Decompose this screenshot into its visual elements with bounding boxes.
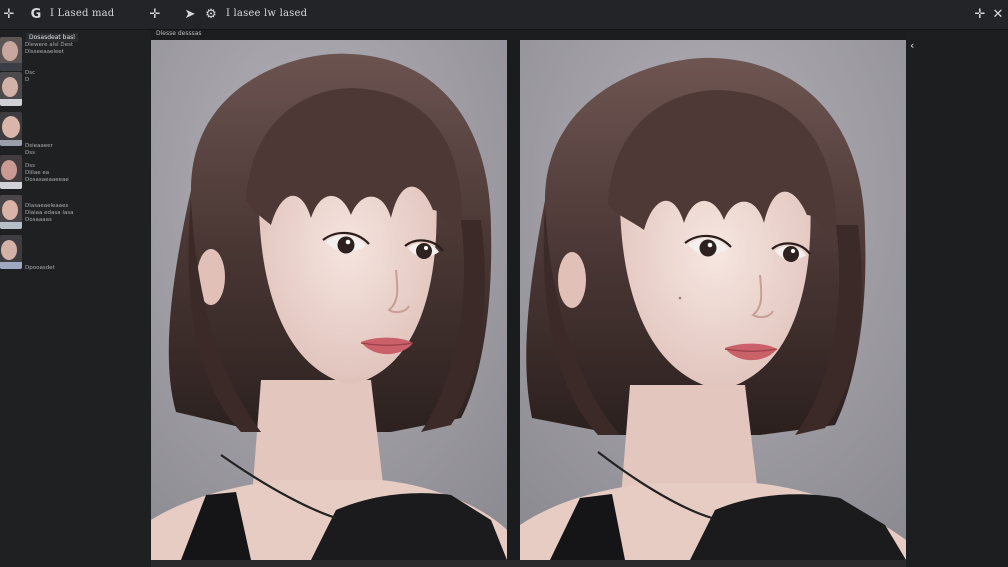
move-icon[interactable]: ✛ [1,7,17,23]
history-item-text: Dpooasdet [25,265,55,271]
portrait-thumb-icon [0,112,22,146]
result-image-panel[interactable] [520,40,906,560]
portrait-image [520,40,906,560]
portrait-image [151,40,507,560]
portrait-thumb-icon [0,37,22,71]
add-icon[interactable]: ✛ [147,7,163,23]
portrait-thumb-icon [0,235,22,269]
portrait-thumb-icon [0,155,22,189]
properties-rail [906,30,1008,567]
history-thumbnail[interactable] [0,37,22,71]
history-thumbnail[interactable] [0,155,22,189]
history-item-text: Dlasaeaeleaaes Dlaiaa edasa lasa Dosaaaas [25,203,74,223]
app-title: I Lased mad [50,8,115,19]
history-sidebar: Dosasdeat basl Dlewere alsl Dest Dlsseeaa… [0,30,150,567]
portrait-thumb-icon [0,72,22,106]
collapse-icon[interactable]: ‹ [910,40,922,52]
arrow-back-icon[interactable]: ➤ [182,7,198,23]
panel-divider[interactable] [507,40,520,567]
history-thumbnail[interactable] [0,195,22,229]
history-item-text: Dsieaaeer Dss [25,143,53,156]
history-thumbnail[interactable] [0,235,22,269]
sidebar-header: Dosasdeat basl [26,33,78,42]
history-thumbnail[interactable] [0,72,22,106]
history-thumbnail[interactable] [0,112,22,146]
app-logo-icon: G [30,7,42,22]
history-item-text: Dsc D [25,70,36,83]
document-title: I lasee lw lased [226,8,308,19]
portrait-thumb-icon [0,195,22,229]
pin-icon[interactable]: ✛ [972,7,988,23]
close-icon[interactable]: ✕ [990,7,1006,23]
top-toolbar: ✛ G I Lased mad ✛ ➤ ⚙ I lasee lw lased ✛… [0,0,1008,30]
settings-icon[interactable]: ⚙ [203,7,219,23]
history-item-text: Dlewere alsl Dest Dlsseeaaeleet [25,42,73,55]
source-image-panel[interactable] [151,40,507,560]
history-item-text: Dss Dlilae ea Dosasaeaaeeae [25,163,69,183]
bottom-status-strip [151,560,906,567]
panel-label: Dlesse desssas [156,30,202,37]
